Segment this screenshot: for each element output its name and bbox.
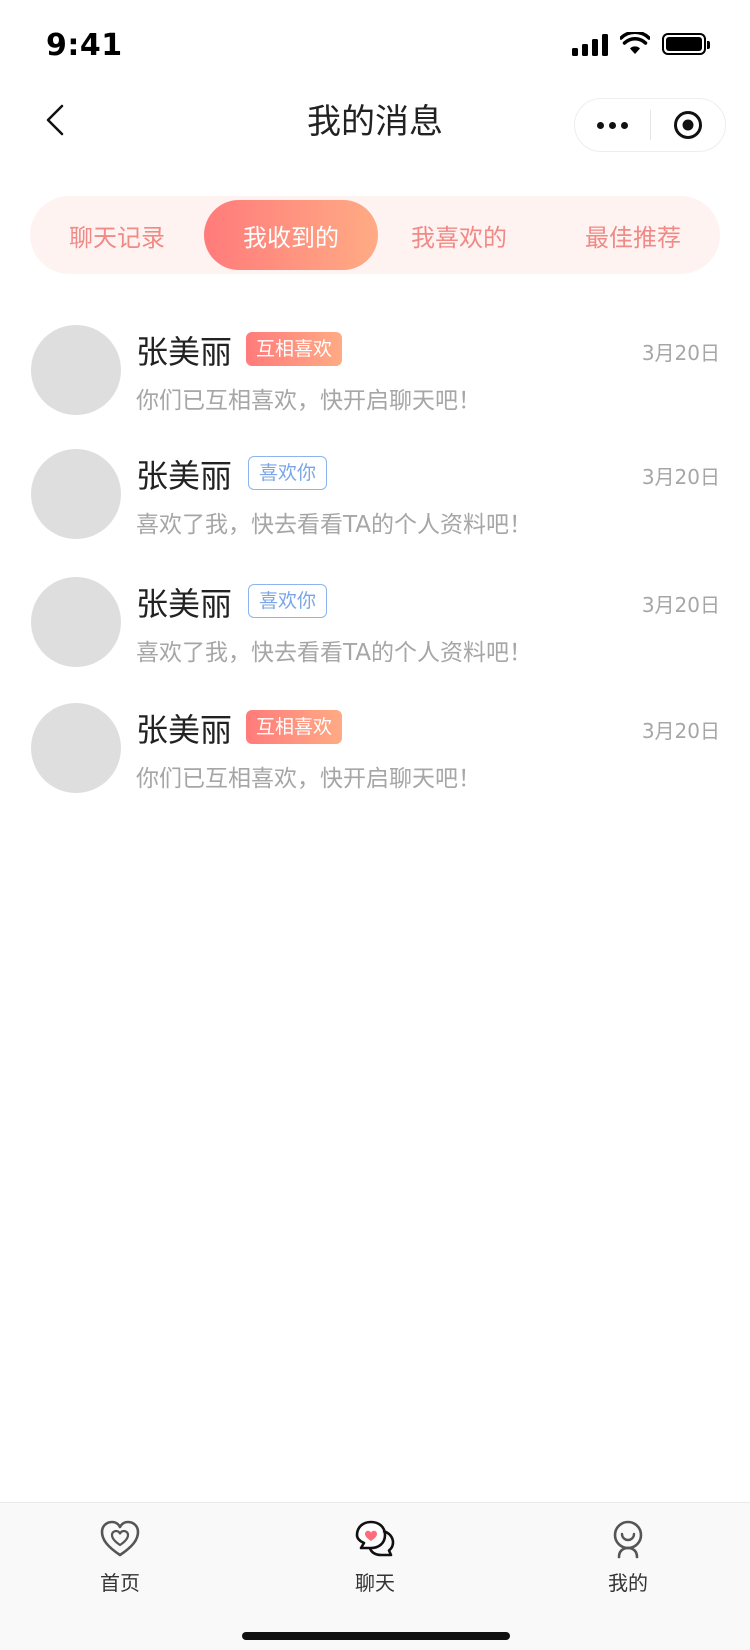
- user-name: 张美丽: [136, 333, 233, 371]
- profile-icon: [613, 1520, 643, 1559]
- likes-you-badge: 喜欢你: [248, 584, 328, 618]
- message-text: 喜欢了我，快去看看TA的个人资料吧！: [136, 640, 532, 666]
- message-date: 3月20日: [641, 341, 720, 365]
- wifi-icon: [620, 32, 650, 54]
- message-date: 3月20日: [641, 593, 720, 617]
- close-mini-program-button[interactable]: [651, 99, 726, 151]
- target-icon: [673, 111, 702, 139]
- avatar[interactable]: [31, 449, 121, 539]
- tabbar-home[interactable]: 首页: [60, 1517, 180, 1596]
- message-tabs: 聊天记录 我收到的 我喜欢的 最佳推荐: [30, 196, 720, 274]
- tabbar-chat[interactable]: 聊天: [315, 1517, 435, 1596]
- mutual-like-badge: 互相喜欢: [246, 332, 343, 366]
- status-time: 9:41: [46, 28, 123, 63]
- tabbar-label: 首页: [100, 1571, 140, 1595]
- battery-icon: [662, 33, 710, 55]
- list-item[interactable]: 张美丽 喜欢你 3月20日 喜欢了我，快去看看TA的个人资料吧！: [0, 557, 750, 689]
- dot-icon: [620, 121, 628, 129]
- message-date: 3月20日: [641, 465, 720, 489]
- nav-bar: 我的消息: [0, 90, 750, 170]
- message-list: 张美丽 互相喜欢 3月20日 你们已互相喜欢，快开启聊天吧！ 张美丽 喜欢你 3…: [0, 305, 750, 833]
- user-name: 张美丽: [136, 711, 233, 749]
- message-date: 3月20日: [641, 719, 720, 743]
- message-text: 你们已互相喜欢，快开启聊天吧！: [136, 388, 481, 414]
- tab-best-recommend[interactable]: 最佳推荐: [546, 200, 720, 270]
- tabbar-profile[interactable]: 我的: [568, 1517, 688, 1596]
- dot-icon: [608, 121, 616, 129]
- mutual-like-badge: 互相喜欢: [246, 710, 343, 744]
- user-name: 张美丽: [136, 457, 233, 495]
- avatar[interactable]: [31, 325, 121, 415]
- signal-icon: [572, 32, 608, 56]
- home-indicator: [242, 1632, 510, 1640]
- avatar[interactable]: [31, 703, 121, 793]
- likes-you-badge: 喜欢你: [248, 456, 328, 490]
- list-item[interactable]: 张美丽 互相喜欢 3月20日 你们已互相喜欢，快开启聊天吧！: [0, 683, 750, 815]
- list-item[interactable]: 张美丽 喜欢你 3月20日 喜欢了我，快去看看TA的个人资料吧！: [0, 429, 750, 561]
- dot-icon: [596, 121, 604, 129]
- tab-chat-history[interactable]: 聊天记录: [30, 200, 204, 270]
- tabbar-label: 我的: [608, 1571, 648, 1595]
- avatar[interactable]: [31, 577, 121, 667]
- tabbar-label: 聊天: [355, 1571, 395, 1595]
- bottom-tab-bar: 首页 聊天 我的: [0, 1502, 750, 1650]
- tab-i-liked[interactable]: 我喜欢的: [372, 200, 546, 270]
- tab-received[interactable]: 我收到的: [204, 200, 378, 270]
- status-icons: [572, 32, 710, 56]
- status-bar: 9:41: [0, 0, 750, 90]
- message-text: 你们已互相喜欢，快开启聊天吧！: [136, 766, 481, 792]
- chat-heart-icon: [355, 1520, 395, 1557]
- list-item[interactable]: 张美丽 互相喜欢 3月20日 你们已互相喜欢，快开启聊天吧！: [0, 305, 750, 437]
- heart-home-icon: [100, 1520, 140, 1557]
- mini-program-capsule: [574, 98, 726, 152]
- message-text: 喜欢了我，快去看看TA的个人资料吧！: [136, 512, 532, 538]
- user-name: 张美丽: [136, 585, 233, 623]
- more-button[interactable]: [575, 99, 650, 151]
